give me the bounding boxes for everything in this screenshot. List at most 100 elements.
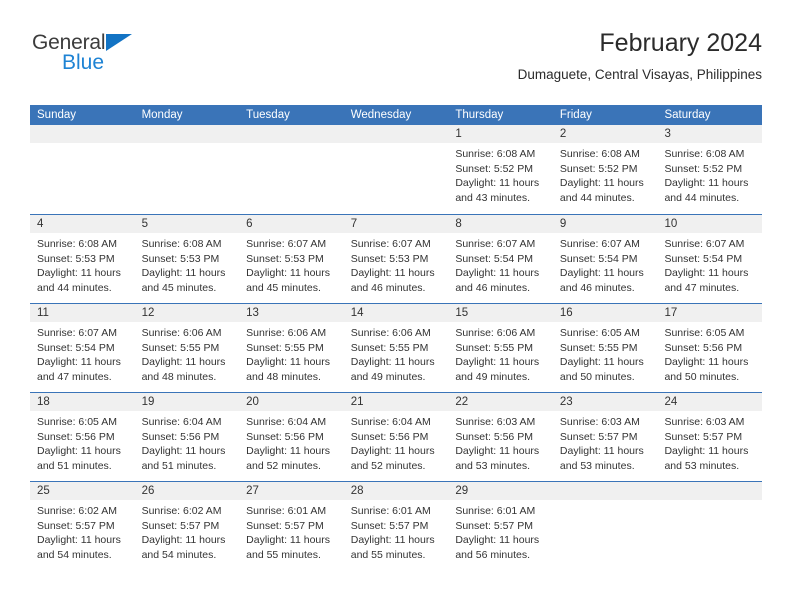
sunrise-text: Sunrise: 6:08 AM (559, 148, 640, 160)
calendar-day-cell[interactable]: 4 Sunrise: 6:08 AM Sunset: 5:53 PM Daylight… (30, 215, 135, 303)
calendar-day-cell[interactable]: 3 Sunrise: 6:08 AM Sunset: 5:52 PM Daylight… (657, 125, 763, 214)
daylight-text: Daylight: 11 hours and 46 minutes. (559, 267, 644, 294)
day-number: 5 (134, 215, 240, 233)
sunset-text: Sunset: 5:57 PM (350, 519, 429, 532)
daylight-text: Daylight: 11 hours and 44 minutes. (664, 177, 749, 204)
calendar-day-cell[interactable]: 17 Sunrise: 6:05 AM Sunset: 5:56 PM Dayligh… (657, 304, 763, 392)
sunrise-text: Sunrise: 6:02 AM (37, 505, 117, 517)
day-number: 17 (657, 304, 763, 322)
sunrise-text: Sunrise: 6:06 AM (246, 327, 327, 339)
sunset-text: Sunset: 5:56 PM (37, 430, 115, 443)
calendar-day-cell[interactable]: 7 Sunrise: 6:07 AM Sunset: 5:53 PM Daylight… (343, 215, 449, 303)
calendar-day-cell[interactable]: 6 Sunrise: 6:07 AM Sunset: 5:53 PM Daylight… (239, 215, 344, 303)
day-number: 9 (552, 215, 658, 233)
daylight-text: Daylight: 11 hours and 51 minutes. (37, 445, 121, 472)
calendar-week-row: 18 Sunrise: 6:05 AM Sunset: 5:56 PM Dayligh… (30, 392, 763, 481)
daylight-text: Daylight: 11 hours and 48 minutes. (141, 356, 226, 383)
sunset-text: Sunset: 5:54 PM (455, 252, 533, 265)
sunrise-text: Sunrise: 6:07 AM (664, 238, 745, 250)
sunset-text: Sunset: 5:55 PM (141, 341, 220, 354)
sunset-text: Sunset: 5:57 PM (37, 519, 115, 532)
day-number (239, 125, 344, 143)
sunset-text: Sunset: 5:56 PM (246, 430, 324, 443)
calendar-day-cell[interactable]: 9 Sunrise: 6:07 AM Sunset: 5:54 PM Daylight… (552, 215, 658, 303)
daylight-text: Daylight: 11 hours and 45 minutes. (141, 267, 226, 294)
calendar-day-cell[interactable]: 14 Sunrise: 6:06 AM Sunset: 5:55 PM Dayligh… (343, 304, 449, 392)
calendar-day-cell[interactable]: 13 Sunrise: 6:06 AM Sunset: 5:55 PM Dayligh… (239, 304, 344, 392)
sunrise-text: Sunrise: 6:04 AM (141, 416, 222, 428)
weekday-header-saturday: Saturday (664, 109, 711, 121)
day-number: 16 (552, 304, 658, 322)
day-number (343, 125, 449, 143)
sunset-text: Sunset: 5:55 PM (559, 341, 638, 354)
calendar-weeks: 1 Sunrise: 6:08 AM Sunset: 5:52 PM Daylight… (30, 125, 763, 570)
calendar-day-cell[interactable]: 19 Sunrise: 6:04 AM Sunset: 5:56 PM Dayligh… (134, 393, 240, 481)
day-details: Sunrise: 6:07 AM Sunset: 5:54 PM Daylight:… (30, 322, 135, 384)
day-number: 2 (552, 125, 658, 143)
daylight-text: Daylight: 11 hours and 44 minutes. (559, 177, 644, 204)
sunset-text: Sunset: 5:52 PM (455, 162, 533, 175)
sunrise-text: Sunrise: 6:05 AM (37, 416, 117, 428)
calendar-day-cell[interactable]: 8 Sunrise: 6:07 AM Sunset: 5:54 PM Daylight… (448, 215, 553, 303)
daylight-text: Daylight: 11 hours and 46 minutes. (455, 267, 540, 294)
calendar-day-cell[interactable]: 21 Sunrise: 6:04 AM Sunset: 5:56 PM Dayligh… (343, 393, 449, 481)
calendar-day-cell[interactable]: 23 Sunrise: 6:03 AM Sunset: 5:57 PM Dayligh… (552, 393, 658, 481)
sunrise-text: Sunrise: 6:07 AM (559, 238, 640, 250)
day-details: Sunrise: 6:05 AM Sunset: 5:56 PM Daylight:… (657, 322, 762, 384)
calendar-day-cell[interactable]: 5 Sunrise: 6:08 AM Sunset: 5:53 PM Daylight… (134, 215, 240, 303)
day-details: Sunrise: 6:08 AM Sunset: 5:52 PM Daylight:… (448, 143, 553, 205)
calendar-week-row: 4 Sunrise: 6:08 AM Sunset: 5:53 PM Daylight… (30, 214, 763, 303)
calendar-day-cell[interactable]: 11 Sunrise: 6:07 AM Sunset: 5:54 PM Dayligh… (30, 304, 135, 392)
day-details: Sunrise: 6:04 AM Sunset: 5:56 PM Daylight:… (344, 411, 449, 473)
calendar-day-cell[interactable]: 20 Sunrise: 6:04 AM Sunset: 5:56 PM Dayligh… (239, 393, 344, 481)
sunset-text: Sunset: 5:53 PM (141, 252, 220, 265)
sunset-text: Sunset: 5:57 PM (246, 519, 324, 532)
daylight-text: Daylight: 11 hours and 43 minutes. (455, 177, 540, 204)
day-number: 19 (134, 393, 240, 411)
day-details: Sunrise: 6:06 AM Sunset: 5:55 PM Daylight:… (344, 322, 449, 384)
calendar-day-cell[interactable]: 2 Sunrise: 6:08 AM Sunset: 5:52 PM Daylight… (552, 125, 658, 214)
day-details: Sunrise: 6:07 AM Sunset: 5:53 PM Daylight:… (239, 233, 344, 295)
calendar-day-cell-empty (552, 482, 658, 570)
daylight-text: Daylight: 11 hours and 53 minutes. (664, 445, 749, 472)
calendar-day-cell[interactable]: 29 Sunrise: 6:01 AM Sunset: 5:57 PM Dayligh… (448, 482, 553, 570)
calendar-day-cell[interactable]: 25 Sunrise: 6:02 AM Sunset: 5:57 PM Dayligh… (30, 482, 135, 570)
calendar-day-cell-empty (343, 125, 449, 214)
calendar-day-cell[interactable]: 15 Sunrise: 6:06 AM Sunset: 5:55 PM Dayligh… (448, 304, 553, 392)
calendar-day-cell[interactable]: 26 Sunrise: 6:02 AM Sunset: 5:57 PM Dayligh… (134, 482, 240, 570)
day-number: 22 (448, 393, 553, 411)
day-number: 6 (239, 215, 344, 233)
calendar-day-cell[interactable]: 27 Sunrise: 6:01 AM Sunset: 5:57 PM Dayligh… (239, 482, 344, 570)
sunrise-text: Sunrise: 6:04 AM (246, 416, 327, 428)
day-number: 1 (448, 125, 553, 143)
weekday-header-sunday: Sunday (37, 109, 77, 121)
calendar-day-cell[interactable]: 18 Sunrise: 6:05 AM Sunset: 5:56 PM Dayligh… (30, 393, 135, 481)
daylight-text: Daylight: 11 hours and 49 minutes. (350, 356, 435, 383)
calendar-day-cell[interactable]: 24 Sunrise: 6:03 AM Sunset: 5:57 PM Dayligh… (657, 393, 763, 481)
calendar-day-cell[interactable]: 10 Sunrise: 6:07 AM Sunset: 5:54 PM Dayligh… (657, 215, 763, 303)
daylight-text: Daylight: 11 hours and 55 minutes. (246, 534, 331, 561)
calendar-day-cell[interactable]: 16 Sunrise: 6:05 AM Sunset: 5:55 PM Dayligh… (552, 304, 658, 392)
calendar-day-cell[interactable]: 28 Sunrise: 6:01 AM Sunset: 5:57 PM Dayligh… (343, 482, 449, 570)
sunset-text: Sunset: 5:57 PM (141, 519, 220, 532)
calendar-day-cell[interactable]: 1 Sunrise: 6:08 AM Sunset: 5:52 PM Daylight… (448, 125, 553, 214)
daylight-text: Daylight: 11 hours and 48 minutes. (246, 356, 331, 383)
sunset-text: Sunset: 5:54 PM (37, 341, 115, 354)
sunrise-text: Sunrise: 6:01 AM (350, 505, 431, 517)
day-number: 13 (239, 304, 344, 322)
sunrise-text: Sunrise: 6:07 AM (246, 238, 327, 250)
title-block: February 2024 Dumaguete, Central Visayas… (518, 28, 762, 85)
calendar-day-cell[interactable]: 12 Sunrise: 6:06 AM Sunset: 5:55 PM Dayligh… (134, 304, 240, 392)
day-details: Sunrise: 6:08 AM Sunset: 5:52 PM Daylight:… (657, 143, 762, 205)
day-number: 27 (239, 482, 344, 500)
sunset-text: Sunset: 5:56 PM (455, 430, 533, 443)
daylight-text: Daylight: 11 hours and 49 minutes. (455, 356, 540, 383)
day-number: 3 (657, 125, 763, 143)
sunset-text: Sunset: 5:55 PM (455, 341, 533, 354)
daylight-text: Daylight: 11 hours and 47 minutes. (37, 356, 121, 383)
day-number (552, 482, 658, 500)
calendar-day-cell-empty (657, 482, 763, 570)
day-number: 23 (552, 393, 658, 411)
sunrise-text: Sunrise: 6:05 AM (559, 327, 640, 339)
calendar-day-cell[interactable]: 22 Sunrise: 6:03 AM Sunset: 5:56 PM Dayligh… (448, 393, 553, 481)
